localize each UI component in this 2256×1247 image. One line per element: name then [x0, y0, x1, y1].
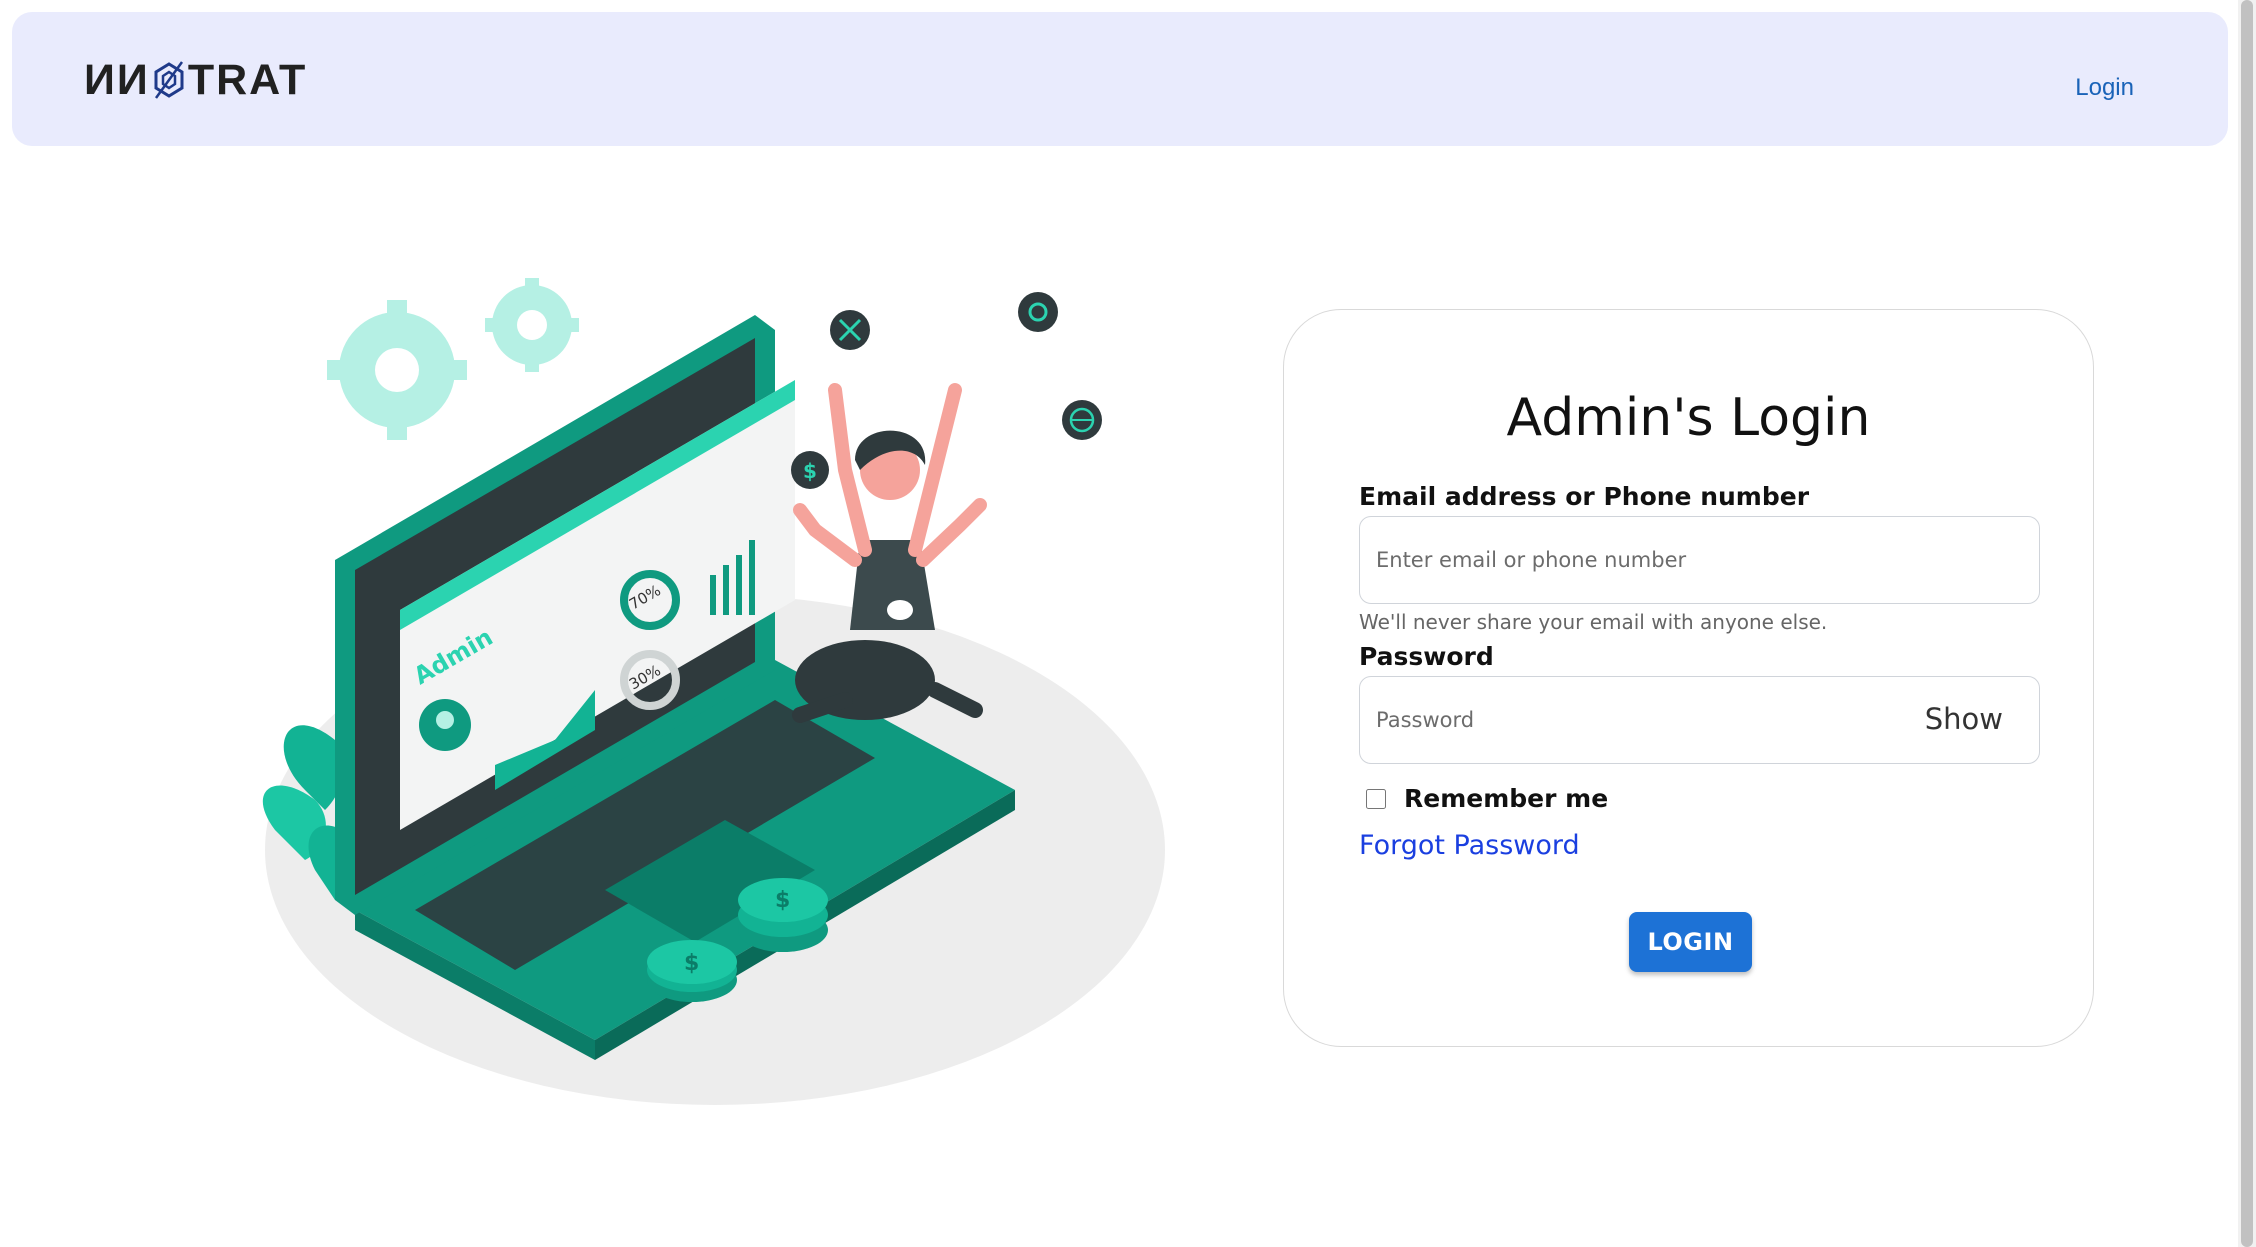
- globe-icon: [1062, 400, 1102, 440]
- gear-float-icon: [1018, 292, 1058, 332]
- svg-text:$: $: [803, 459, 817, 483]
- brand-hexagon-icon: [154, 61, 184, 99]
- svg-text:$: $: [684, 951, 699, 976]
- email-input[interactable]: [1359, 516, 2040, 604]
- login-card: Admin's Login Email address or Phone num…: [1283, 309, 2094, 1047]
- brand-text-suffix: TRAT: [187, 56, 308, 104]
- forgot-password-link[interactable]: Forgot Password: [1359, 830, 1580, 861]
- password-label: Password: [1359, 642, 1494, 671]
- navbar: ИИ TRAT Login: [12, 12, 2228, 146]
- remember-me-label: Remember me: [1404, 784, 1609, 813]
- remember-me-checkbox[interactable]: [1366, 788, 1386, 809]
- brand-text-prefix: ИИ: [84, 56, 150, 104]
- dollar-icon: $: [791, 451, 829, 489]
- remember-me-row[interactable]: Remember me: [1366, 784, 1608, 813]
- scrollbar-thumb[interactable]: [2241, 0, 2253, 1247]
- gear-small-icon: [485, 278, 579, 372]
- tools-icon: [830, 310, 870, 350]
- email-help-text: We'll never share your email with anyone…: [1359, 610, 1828, 634]
- login-submit-button[interactable]: LOGIN: [1629, 912, 1752, 972]
- hero-illustration: Admin 70% 30% $ $ $: [262, 278, 1165, 1105]
- login-title: Admin's Login: [1506, 388, 1871, 448]
- email-label: Email address or Phone number: [1359, 482, 1810, 511]
- svg-text:$: $: [775, 888, 790, 913]
- gear-large-icon: [327, 300, 467, 440]
- show-password-toggle[interactable]: Show: [1925, 702, 2003, 736]
- nav-login-link[interactable]: Login: [2075, 74, 2134, 102]
- scrollbar-track[interactable]: [2238, 0, 2256, 1247]
- brand-logo[interactable]: ИИ TRAT: [84, 56, 308, 104]
